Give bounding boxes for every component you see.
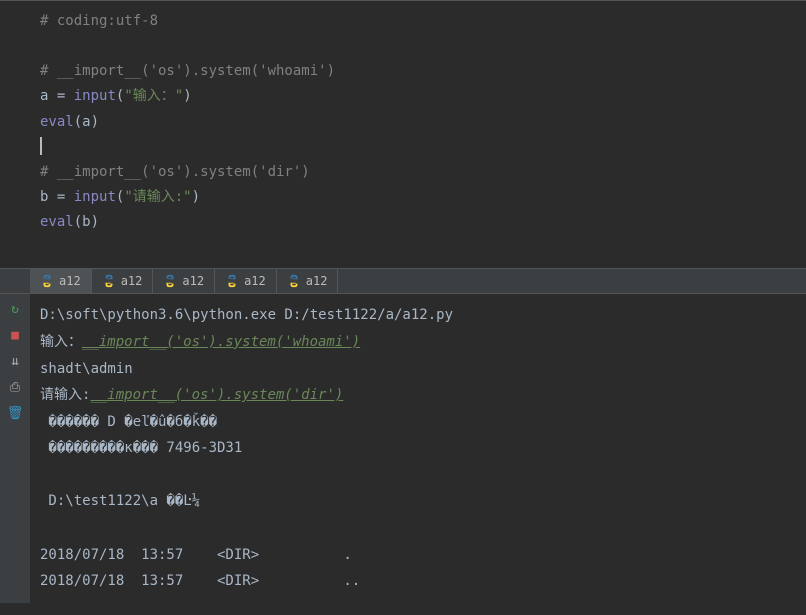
function-name: eval: [40, 214, 74, 230]
editor-line[interactable]: a = input("输入："): [40, 84, 806, 109]
output-text: ������ D �еľ�û�б�ǩ��: [40, 414, 217, 430]
console-toolbar: ↻ ■ ⇊ ⎙ 🗑: [0, 294, 30, 603]
console-line: ���������к��� 7496-3D31: [40, 435, 798, 462]
caret-line[interactable]: [40, 135, 806, 160]
print-icon[interactable]: ⎙: [6, 378, 24, 396]
console-line: 请输入:__import__('os').system('dir'): [40, 382, 798, 409]
paren-close: ): [91, 214, 99, 230]
output-text: 2018/07/18 13:57 <DIR> .: [40, 547, 352, 563]
paren-close: ): [91, 114, 99, 130]
string-literal: "请输入:": [124, 189, 191, 205]
string-literal: "输入：": [124, 88, 183, 104]
prompt-label: 请输入:: [40, 387, 90, 403]
console-line: [40, 515, 798, 542]
function-name: eval: [40, 114, 74, 130]
output-text: D:\soft\python3.6\python.exe D:/test1122…: [40, 307, 453, 323]
console-line: D:\soft\python3.6\python.exe D:/test1122…: [40, 302, 798, 329]
user-input: __import__('os').system('dir'): [90, 387, 343, 403]
console-area: ↻ ■ ⇊ ⎙ 🗑 D:\soft\python3.6\python.exe D:/te…: [0, 294, 806, 603]
output-text: shadt\admin: [40, 361, 133, 377]
editor-line[interactable]: [40, 235, 806, 260]
argument: a: [82, 114, 90, 130]
run-tab[interactable]: a12: [277, 269, 339, 293]
python-icon: [225, 274, 239, 288]
stop-icon[interactable]: ■: [6, 326, 24, 344]
console-output[interactable]: D:\soft\python3.6\python.exe D:/test1122…: [30, 294, 806, 603]
paren-open: (: [74, 214, 82, 230]
paren-open: (: [74, 114, 82, 130]
tab-label: a12: [244, 274, 266, 288]
console-line: 2018/07/18 13:57 <DIR> ..: [40, 568, 798, 595]
comment-text: # coding:utf-8: [40, 13, 158, 29]
user-input: __import__('os').system('whoami'): [82, 334, 360, 350]
python-icon: [102, 274, 116, 288]
console-line: ������ D �еľ�û�б�ǩ��: [40, 409, 798, 436]
console-line: D:\test1122\a ��Ŀ¼: [40, 488, 798, 515]
run-tab[interactable]: a12: [30, 269, 92, 293]
tab-label: a12: [306, 274, 328, 288]
function-name: input: [74, 189, 116, 205]
console-line: 2018/07/18 13:57 <DIR> .: [40, 542, 798, 569]
editor-line[interactable]: eval(a): [40, 110, 806, 135]
editor-line[interactable]: [40, 34, 806, 59]
paren-close: ): [192, 189, 200, 205]
output-text: ���������к��� 7496-3D31: [40, 440, 242, 456]
python-icon: [40, 274, 54, 288]
editor-line[interactable]: # __import__('os').system('whoami'): [40, 59, 806, 84]
trash-icon[interactable]: 🗑: [6, 404, 24, 422]
console-line: [40, 462, 798, 489]
prompt-label: 输入：: [40, 334, 82, 350]
run-tab[interactable]: a12: [215, 269, 277, 293]
output-text: D:\test1122\a ��Ŀ¼: [40, 493, 200, 509]
output-text: 2018/07/18 13:57 <DIR> ..: [40, 573, 360, 589]
run-tabs: a12 a12 a12 a12 a12: [0, 268, 806, 294]
editor-line[interactable]: b = input("请输入:"): [40, 185, 806, 210]
tab-label: a12: [59, 274, 81, 288]
tab-label: a12: [182, 274, 204, 288]
editor-line[interactable]: eval(b): [40, 210, 806, 235]
tab-label: a12: [121, 274, 143, 288]
python-icon: [163, 274, 177, 288]
python-icon: [287, 274, 301, 288]
editor-line[interactable]: # coding:utf-8: [40, 9, 806, 34]
comment-text: # __import__('os').system('whoami'): [40, 63, 335, 79]
console-line: 输入：__import__('os').system('whoami'): [40, 329, 798, 356]
down-icon[interactable]: ⇊: [6, 352, 24, 370]
paren-close: ): [183, 88, 191, 104]
function-name: input: [74, 88, 116, 104]
argument: b: [82, 214, 90, 230]
editor-line[interactable]: # __import__('os').system('dir'): [40, 160, 806, 185]
operator: =: [48, 189, 73, 205]
rerun-icon[interactable]: ↻: [6, 300, 24, 318]
comment-text: # __import__('os').system('dir'): [40, 164, 310, 180]
run-tab[interactable]: a12: [153, 269, 215, 293]
run-tab[interactable]: a12: [92, 269, 154, 293]
code-editor[interactable]: # coding:utf-8 # __import__('os').system(…: [0, 0, 806, 268]
operator: =: [48, 88, 73, 104]
console-line: shadt\admin: [40, 356, 798, 383]
